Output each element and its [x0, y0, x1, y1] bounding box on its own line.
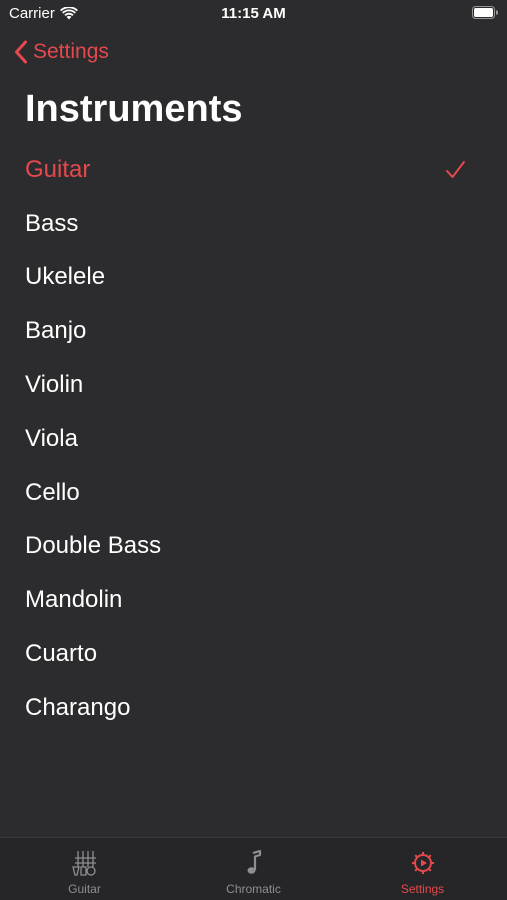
- tab-bar: Guitar Chromatic Settings: [0, 837, 507, 900]
- list-item[interactable]: Ukelele: [0, 251, 507, 305]
- back-button-label: Settings: [33, 40, 109, 63]
- list-item[interactable]: Double Bass: [0, 520, 507, 574]
- settings-gear-icon: [408, 848, 438, 878]
- checkmark-icon: [446, 160, 465, 178]
- page-title: Instruments: [25, 88, 243, 130]
- list-item[interactable]: Charango: [0, 681, 507, 735]
- music-note-icon: [239, 848, 269, 878]
- list-item[interactable]: Violin: [0, 358, 507, 412]
- instruments-screen: Carrier 11:15 AM Settings Instruments Gu…: [0, 0, 507, 900]
- status-time: 11:15 AM: [221, 5, 286, 22]
- chevron-left-icon: [15, 40, 27, 64]
- instrument-list: Guitar Bass Ukelele Banjo Violin Viola Cello Do…: [0, 143, 507, 735]
- instrument-label: Violin: [25, 371, 84, 399]
- back-button[interactable]: Settings: [14, 38, 109, 66]
- instrument-label: Ukelele: [25, 263, 106, 291]
- instrument-label: Guitar: [25, 155, 91, 183]
- list-item[interactable]: Cello: [0, 466, 507, 520]
- tab-guitar-label: Guitar: [68, 882, 101, 896]
- instrument-label: Cello: [25, 478, 80, 506]
- instrument-label: Double Bass: [25, 532, 162, 560]
- list-item[interactable]: Guitar: [0, 143, 507, 197]
- list-item[interactable]: Viola: [0, 412, 507, 466]
- list-item[interactable]: Mandolin: [0, 573, 507, 627]
- tab-guitar[interactable]: Guitar: [0, 838, 169, 900]
- instrument-label: Cuarto: [25, 640, 98, 668]
- guitar-strings-icon: [70, 848, 100, 878]
- instrument-label: Viola: [25, 424, 78, 452]
- tab-chromatic-label: Chromatic: [226, 882, 281, 896]
- tab-settings[interactable]: Settings: [338, 838, 507, 900]
- instrument-label: Mandolin: [25, 586, 123, 614]
- instrument-label: Banjo: [25, 317, 87, 345]
- list-item[interactable]: Banjo: [0, 304, 507, 358]
- instrument-label: Charango: [25, 693, 131, 721]
- tab-chromatic[interactable]: Chromatic: [169, 838, 338, 900]
- status-bar: Carrier 11:15 AM: [0, 0, 507, 28]
- list-item[interactable]: Cuarto: [0, 627, 507, 681]
- instrument-label: Bass: [25, 209, 79, 237]
- list-item[interactable]: Bass: [0, 197, 507, 251]
- tab-settings-label: Settings: [400, 882, 445, 896]
- battery-icon: [472, 6, 498, 19]
